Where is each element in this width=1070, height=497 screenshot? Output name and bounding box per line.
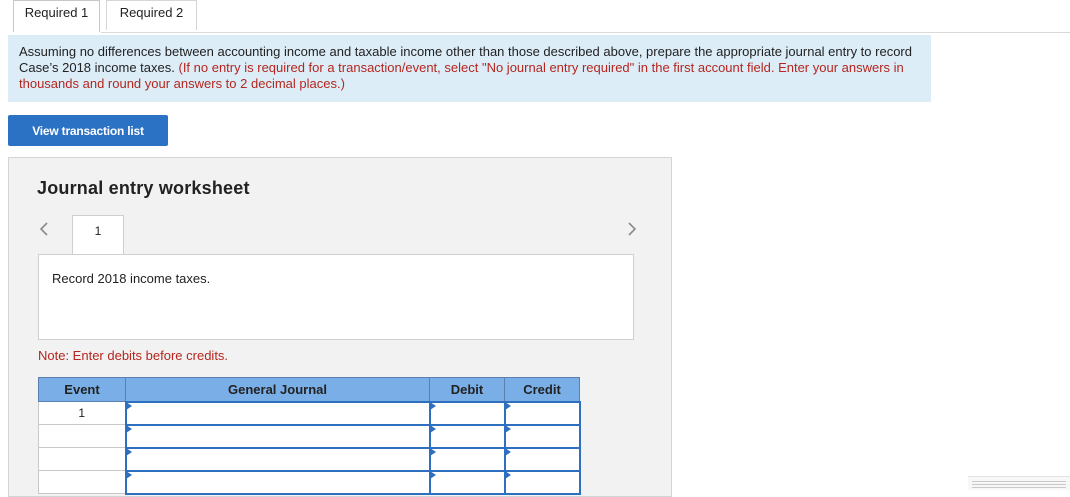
thumbnail-preview[interactable] [968,476,1070,490]
account-select[interactable] [124,423,431,449]
input-marker-icon [504,447,511,456]
event-cell [38,424,126,448]
worksheet-title: Journal entry worksheet [37,178,250,198]
account-select[interactable] [124,469,431,495]
tab-bar: Required 1 Required 2 [0,0,1070,33]
event-cell: 1 [38,401,126,425]
entry-tab-1[interactable]: 1 [72,215,124,255]
tab-required-2[interactable]: Required 2 [106,0,197,30]
debit-credit-note: Note: Enter debits before credits. [38,348,229,363]
account-select[interactable] [124,446,431,472]
tab-required-1[interactable]: Required 1 [13,0,100,32]
thumbnail-line [972,481,1066,482]
view-transaction-list-button[interactable]: View transaction list [8,115,168,146]
credit-input[interactable] [503,469,581,495]
column-header-debit: Debit [429,377,505,402]
column-header-event: Event [38,377,126,402]
dropdown-marker-icon [125,424,132,433]
event-cell [38,447,126,471]
entry-description: Record 2018 income taxes. [38,254,634,340]
table-row [38,469,581,495]
journal-table: Event General Journal Debit Credit 1 [38,377,581,495]
credit-input[interactable] [503,446,581,472]
journal-worksheet-panel: Journal entry worksheet 1 Record 2018 in… [8,157,672,497]
table-row [38,423,581,449]
dropdown-marker-icon [125,447,132,456]
input-marker-icon [504,470,511,479]
dropdown-marker-icon [125,470,132,479]
chevron-left-icon[interactable] [37,221,53,237]
account-select[interactable] [124,400,431,426]
column-header-credit: Credit [504,377,580,402]
input-marker-icon [504,401,511,410]
debit-input[interactable] [428,423,506,449]
dropdown-marker-icon [125,401,132,410]
thumbnail-line [972,484,1066,485]
chevron-right-icon[interactable] [623,221,639,237]
entry-description-text: Record 2018 income taxes. [52,271,211,286]
event-cell [38,470,126,494]
input-marker-icon [429,424,436,433]
tab-divider [101,32,1070,33]
credit-input[interactable] [503,400,581,426]
debit-input[interactable] [428,446,506,472]
debit-input[interactable] [428,469,506,495]
input-marker-icon [429,470,436,479]
input-marker-icon [429,401,436,410]
debit-input[interactable] [428,400,506,426]
table-row [38,446,581,472]
table-header-row: Event General Journal Debit Credit [38,377,580,402]
credit-input[interactable] [503,423,581,449]
thumbnail-line [972,487,1066,488]
table-row: 1 [38,400,581,426]
column-header-general-journal: General Journal [125,377,430,402]
input-marker-icon [504,424,511,433]
input-marker-icon [429,447,436,456]
instruction-box: Assuming no differences between accounti… [8,35,931,102]
